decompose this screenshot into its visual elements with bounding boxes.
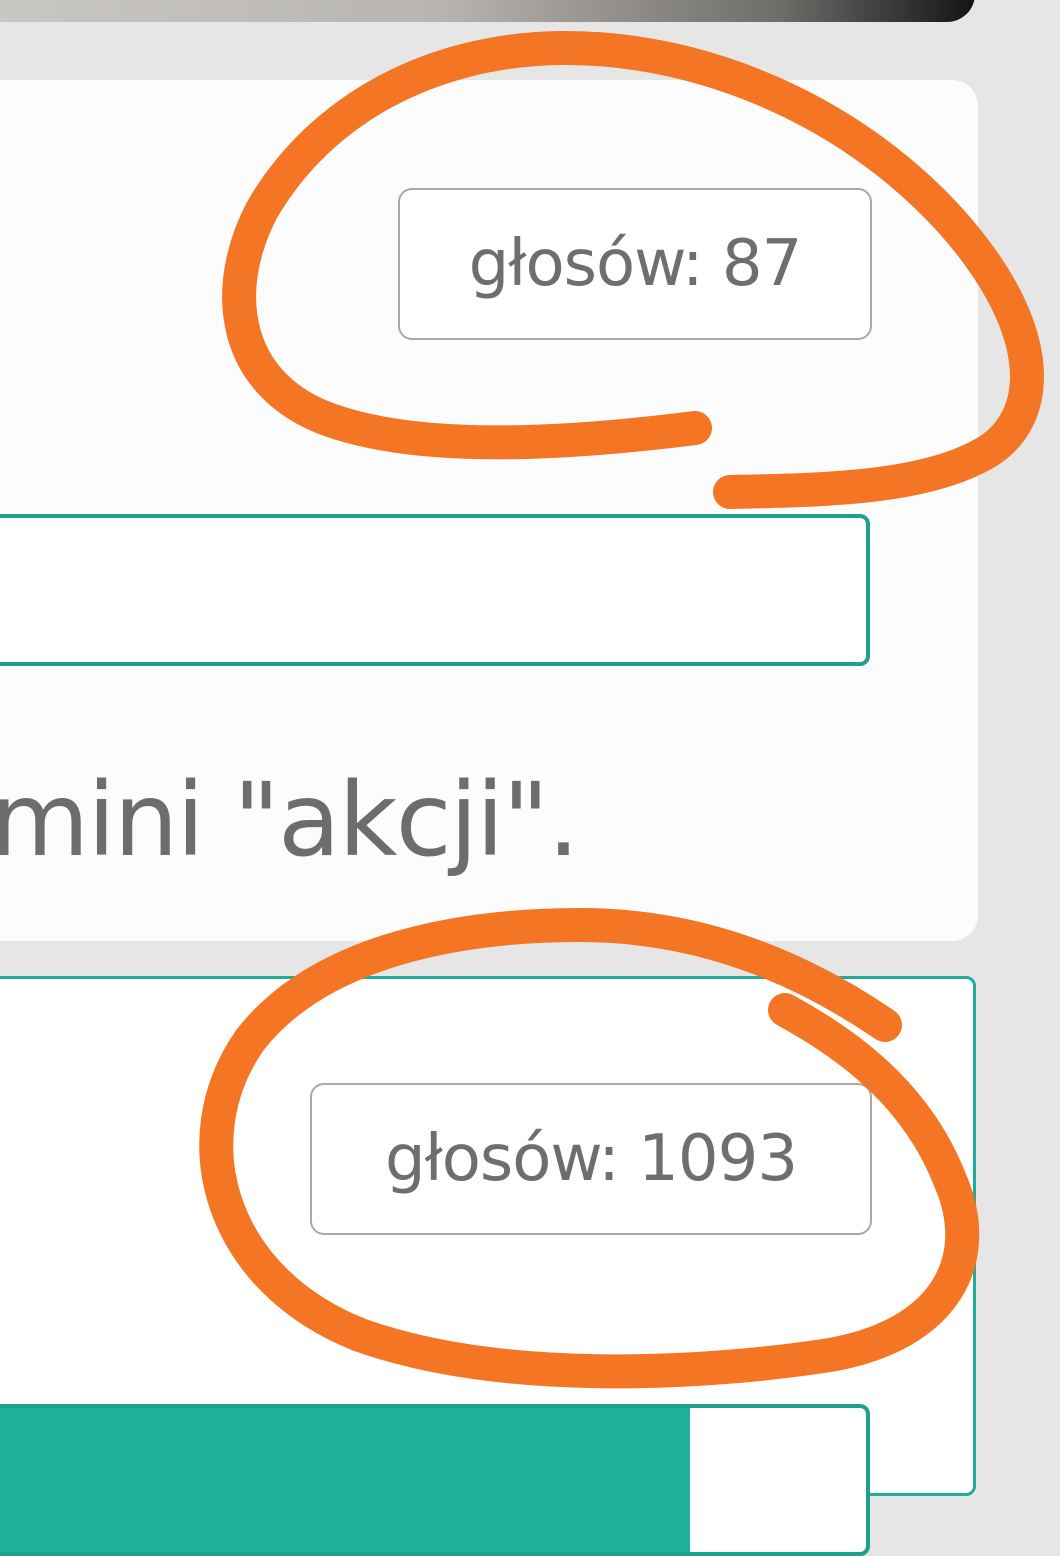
vote-count-badge: głosów: 87 — [398, 188, 872, 340]
header-image — [0, 0, 975, 22]
vote-count-badge-selected: głosów: 1093 — [310, 1083, 872, 1235]
poll-option-bar-selected[interactable] — [0, 1404, 870, 1556]
poll-option-fill-selected — [0, 1408, 690, 1552]
poll-option-bar[interactable] — [0, 514, 870, 666]
poll-description: mini "akcji". — [0, 761, 580, 880]
